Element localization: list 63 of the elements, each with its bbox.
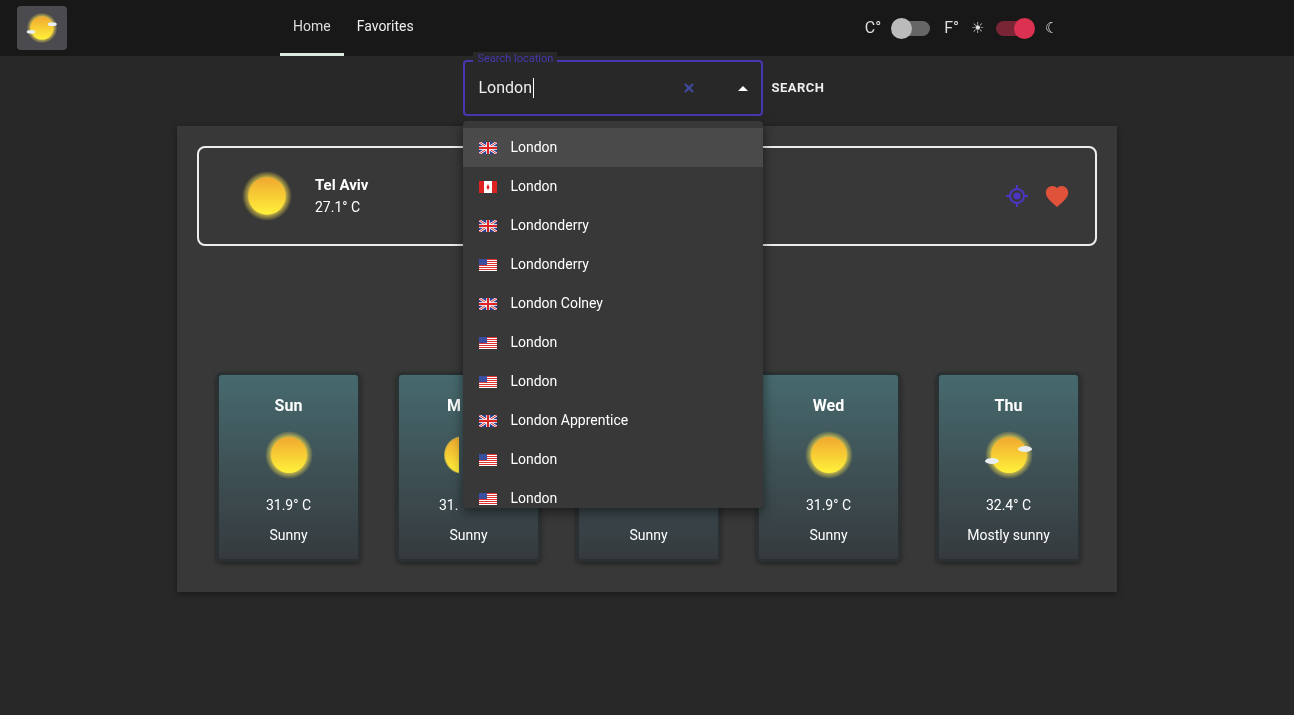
flag-icon	[479, 180, 498, 193]
dark-mode-label: ☾	[1045, 17, 1058, 39]
location-option[interactable]: London	[463, 167, 764, 206]
flag-icon	[479, 414, 498, 427]
day-label: Thu	[994, 395, 1023, 414]
search-button[interactable]: SEARCH	[770, 72, 826, 104]
toggle-switch[interactable]	[893, 20, 931, 36]
heart-icon[interactable]	[1045, 185, 1069, 207]
location-option[interactable]: London Apprentice	[463, 401, 764, 440]
current-temperature: 27.1° C	[315, 197, 362, 217]
app-logo[interactable]	[17, 6, 67, 50]
option-label: London	[510, 372, 558, 391]
option-label: London	[510, 450, 558, 469]
sun-icon	[241, 170, 293, 222]
option-label: Londonderry	[510, 255, 589, 274]
location-option[interactable]: London	[463, 323, 764, 362]
forecast-temperature: 31.9° C	[805, 496, 852, 515]
forecast-temperature: 32.4° C	[985, 496, 1032, 515]
forecast-temperature: 31.9° C	[265, 496, 312, 515]
sun-cloud-icon	[26, 12, 58, 44]
fahrenheit-label: F°	[944, 17, 959, 39]
flag-icon	[479, 219, 498, 232]
sun-icon	[803, 430, 854, 480]
sun-cloud-icon	[983, 430, 1034, 480]
option-label: London	[510, 333, 558, 352]
condition-label: Sunny	[449, 526, 488, 545]
sun-icon	[263, 430, 314, 480]
forecast-temperature: 31.	[439, 496, 459, 515]
condition-label: Sunny	[809, 526, 848, 545]
flag-icon	[479, 141, 498, 154]
option-label: London Apprentice	[510, 411, 629, 430]
caret-icon[interactable]	[738, 85, 749, 91]
flag-icon	[479, 375, 498, 388]
location-option[interactable]: Londonderry	[463, 206, 764, 245]
option-label: London	[510, 489, 558, 508]
flag-icon	[479, 258, 498, 271]
toggle-switch[interactable]	[996, 20, 1033, 36]
option-label: London Colney	[510, 294, 603, 313]
condition-label: Sunny	[269, 526, 308, 545]
condition-label: Sunny	[629, 526, 668, 545]
flag-icon	[479, 336, 498, 349]
flag-icon	[479, 297, 498, 310]
nav-tab[interactable]: Favorites	[343, 0, 427, 56]
celsius-label: C°	[864, 17, 882, 39]
option-label: London	[510, 177, 558, 196]
nav-tab[interactable]: Home	[280, 0, 344, 56]
sun-icon	[443, 435, 459, 475]
light-mode-label: ☀	[971, 17, 984, 39]
location-option[interactable]: London Colney	[463, 284, 764, 323]
flag-icon	[479, 453, 498, 466]
flag-icon	[479, 492, 498, 505]
location-option[interactable]: London	[463, 440, 764, 479]
location-option[interactable]: London	[463, 362, 764, 401]
day-label: Wed	[812, 395, 845, 414]
city-name: Tel Aviv	[315, 175, 369, 197]
day-label: M	[447, 395, 461, 414]
location-option[interactable]: London	[463, 479, 764, 508]
option-label: London	[510, 138, 558, 157]
condition-label: Mostly sunny	[967, 526, 1050, 545]
location-option[interactable]: Londonderry	[463, 245, 764, 284]
day-label: Sun	[274, 395, 303, 414]
option-label: Londonderry	[510, 216, 589, 235]
location-option[interactable]: London	[463, 128, 764, 167]
